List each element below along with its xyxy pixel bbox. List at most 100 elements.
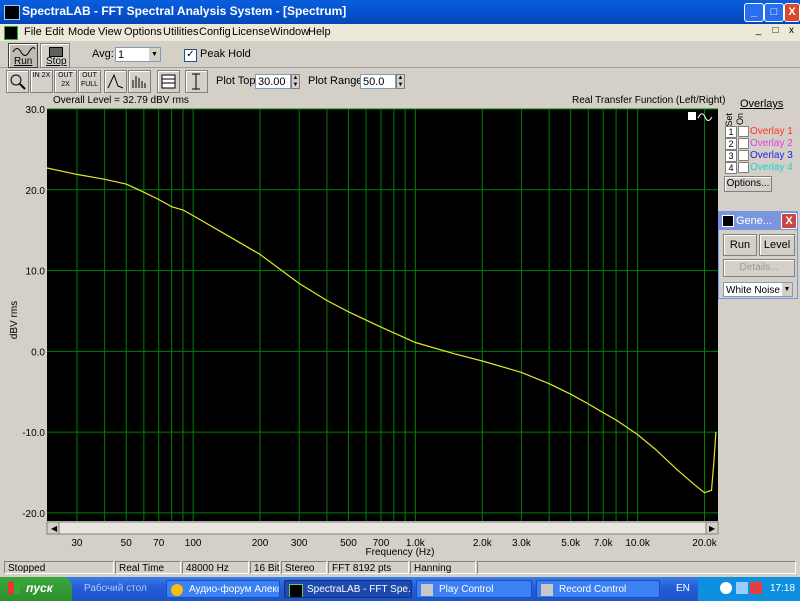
close-button[interactable]: X	[784, 3, 800, 22]
minimize-button[interactable]: _	[744, 3, 764, 22]
menu-license[interactable]: License	[232, 26, 270, 38]
taskbar-spectralab[interactable]: SpectraLAB - FFT Spe...	[284, 580, 412, 598]
mdi-minimize-button[interactable]: _	[752, 25, 765, 38]
taskbar-play-control-label: Play Control	[439, 584, 494, 595]
overlay-4-checkbox[interactable]	[738, 162, 749, 173]
menu-mode[interactable]: Mode	[68, 26, 96, 38]
line-plot-button[interactable]	[104, 70, 127, 93]
y-axis-label: dBV rms	[9, 301, 20, 339]
system-tray: 17:18	[698, 577, 800, 601]
generator-waveform-select[interactable]: White Noise ▼	[723, 282, 793, 297]
menu-file[interactable]: File	[24, 26, 42, 38]
generator-window: Gene... X Run Level Details... White Noi…	[718, 211, 798, 299]
cursor-button[interactable]	[185, 70, 208, 93]
x-tick-label: 5.0k	[561, 538, 581, 549]
avg-label: Avg:	[92, 48, 114, 60]
zoom-in-label: IN 2X	[32, 72, 51, 79]
generator-close-button[interactable]: X	[781, 213, 797, 229]
spectrum-chart[interactable]: 30.0 20.0 10.0 0.0 -10.0 -20.0 dBV rms ◀ ▶ 30…	[0, 95, 722, 560]
speaker-icon	[421, 584, 433, 596]
menu-edit[interactable]: Edit	[45, 26, 64, 38]
chevron-down-icon[interactable]: ▼	[782, 283, 792, 296]
menu-config[interactable]: Config	[199, 26, 231, 38]
menu-help[interactable]: Help	[308, 26, 331, 38]
overlay-4-label: Overlay 4	[750, 162, 793, 173]
start-button[interactable]: пуск	[0, 577, 72, 601]
waveform-value: White Noise	[726, 285, 780, 296]
menu-window[interactable]: Window	[270, 26, 309, 38]
taskbar-spectralab-label: SpectraLAB - FFT Spe...	[307, 584, 412, 595]
stop-button[interactable]: Stop	[40, 43, 70, 68]
taskbar-record-control[interactable]: Record Control	[536, 580, 660, 598]
zoom-in-2x-button[interactable]: IN 2X	[30, 70, 53, 93]
security-icon[interactable]	[750, 582, 762, 594]
taskbar-browser[interactable]: Аудио-форум Алекс...	[166, 580, 280, 598]
line-plot-icon	[107, 73, 124, 89]
overlays-panel: Overlays Set On 1 Overlay 1 2 Overlay 2 …	[722, 95, 800, 205]
overlay-options-button[interactable]: Options...	[724, 176, 772, 192]
generator-details-button[interactable]: Details...	[723, 259, 795, 277]
microphone-icon	[541, 584, 553, 596]
y-tick-label: 30.0	[26, 105, 46, 116]
language-indicator[interactable]: EN	[676, 583, 690, 594]
plot-range-input[interactable]: 50.0	[360, 74, 396, 89]
zoom-out-full-button[interactable]: OUT FULL	[78, 70, 101, 93]
y-tick-labels: 30.0 20.0 10.0 0.0 -10.0 -20.0	[22, 105, 45, 520]
overlay-1-set[interactable]: 1	[725, 126, 737, 138]
menu-view[interactable]: View	[98, 26, 122, 38]
taskbar: пуск Рабочий стол Аудио-форум Алекс... S…	[0, 577, 800, 601]
avg-value: 1	[118, 49, 125, 61]
peak-hold-checkbox[interactable]: ✓	[184, 49, 197, 62]
status-bit-depth: 16 Bit	[250, 561, 280, 574]
network-icon[interactable]	[720, 582, 732, 594]
generator-level-button[interactable]: Level	[759, 234, 795, 256]
chevron-down-icon[interactable]: ▼	[149, 48, 160, 61]
overlay-1-checkbox[interactable]	[738, 126, 749, 137]
bar-plot-button[interactable]	[128, 70, 151, 93]
taskbar-play-control[interactable]: Play Control	[416, 580, 532, 598]
overlay-2-checkbox[interactable]	[738, 138, 749, 149]
y-tick-label: 20.0	[26, 186, 46, 197]
taskbar-record-control-label: Record Control	[559, 584, 627, 595]
status-mode: Real Time	[115, 561, 181, 574]
overlay-4-set[interactable]: 4	[725, 162, 737, 174]
scroll-left-arrow: ◀	[51, 524, 58, 533]
generator-run-button[interactable]: Run	[723, 234, 757, 256]
y-tick-label: -10.0	[22, 428, 45, 439]
x-tick-label: 500	[340, 538, 357, 549]
status-sample-rate: 48000 Hz	[182, 561, 249, 574]
plot-area[interactable]	[47, 109, 718, 521]
overlay-3-set[interactable]: 3	[725, 150, 737, 162]
window-title: SpectraLAB - FFT Spectral Analysis Syste…	[22, 4, 347, 18]
generator-icon	[722, 215, 734, 227]
avg-select[interactable]: 1 ▼	[115, 47, 161, 62]
x-tick-label: 100	[185, 538, 202, 549]
volume-icon[interactable]	[736, 582, 748, 594]
table-button[interactable]	[157, 70, 180, 93]
menu-utilities[interactable]: Utilities	[163, 26, 198, 38]
zoom-out-2x-button[interactable]: OUT 2X	[54, 70, 77, 93]
menu-options[interactable]: Options	[124, 26, 162, 38]
plot-top-input[interactable]: 30.00	[255, 74, 291, 89]
taskbar-desktop[interactable]: Рабочий стол	[80, 580, 162, 598]
mdi-close-button[interactable]: x	[785, 25, 798, 38]
y-tick-label: 0.0	[31, 347, 45, 358]
scroll-right-arrow: ▶	[709, 524, 716, 533]
run-button[interactable]: Run	[8, 43, 38, 68]
generator-title-bar: Gene... X	[719, 212, 797, 230]
mdi-restore-button[interactable]: □	[769, 25, 782, 38]
overlay-2-label: Overlay 2	[750, 138, 793, 149]
zoom-button[interactable]	[6, 70, 29, 93]
plot-top-spinner[interactable]: ▲ ▼	[291, 74, 300, 89]
overlay-3-checkbox[interactable]	[738, 150, 749, 161]
maximize-button[interactable]: □	[764, 3, 784, 22]
browser-icon	[171, 584, 183, 596]
x-tick-label: 200	[252, 538, 269, 549]
horizontal-scrollbar[interactable]	[46, 521, 719, 535]
menu-bar: File Edit Mode View Options Utilities Co…	[0, 24, 800, 41]
plot-range-spinner[interactable]: ▲ ▼	[396, 74, 405, 89]
magnifier-icon	[10, 74, 26, 90]
overlay-2-set[interactable]: 2	[725, 138, 737, 150]
x-tick-label: 50	[121, 538, 133, 549]
status-channels: Stereo	[281, 561, 327, 574]
